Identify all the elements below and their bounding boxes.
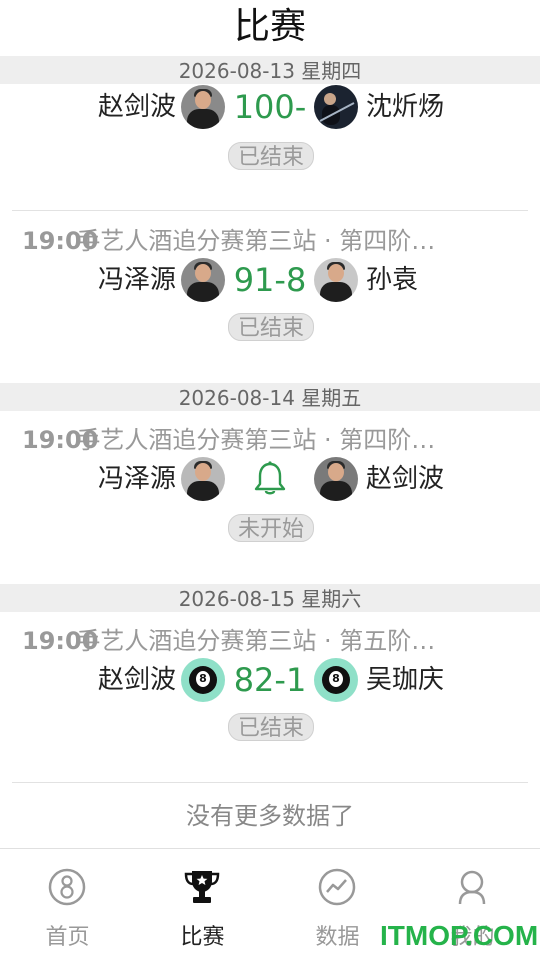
right-player-avatar-billiard-icon bbox=[314, 658, 358, 702]
divider bbox=[12, 782, 528, 783]
user-icon bbox=[458, 870, 486, 905]
match-meta: 19:00手艺人酒追分赛第三站 · 第五阶… bbox=[22, 625, 492, 657]
left-player-name: 冯泽源 bbox=[97, 265, 176, 295]
top-header: 比赛 bbox=[0, 0, 540, 56]
match-score: 82-1 bbox=[233, 661, 307, 699]
left-player-name: 赵剑波 bbox=[97, 665, 176, 695]
date-header: 2026-08-15 星期六 bbox=[0, 584, 540, 612]
divider bbox=[12, 210, 528, 211]
chart-icon bbox=[318, 868, 356, 906]
bell-icon[interactable] bbox=[252, 460, 288, 498]
match-meta: 19:00手艺人酒追分赛第三站 · 第四阶… bbox=[22, 225, 492, 257]
right-player-name: 吴珈庆 bbox=[366, 665, 445, 695]
match-players-row: 冯泽源 91-8 孙袁 bbox=[0, 257, 540, 303]
billiard-8-icon bbox=[48, 868, 86, 906]
match-status-badge: 已结束 bbox=[228, 142, 314, 170]
right-player-name: 赵剑波 bbox=[366, 464, 445, 494]
match-players-row: 赵剑波 82-1 吴珈庆 bbox=[0, 657, 540, 703]
match-score: 91-8 bbox=[233, 261, 307, 299]
match-event-name: 手艺人酒追分赛第三站 · 第四阶… bbox=[76, 426, 436, 454]
left-player-name: 冯泽源 bbox=[97, 464, 176, 494]
match-players-row: 赵剑波 100- 沈炘炀 bbox=[0, 84, 540, 130]
match-players-row: 冯泽源 赵剑波 bbox=[0, 456, 540, 502]
match-status-badge: 已结束 bbox=[228, 713, 314, 741]
tab-home-label: 首页 bbox=[45, 925, 90, 950]
left-player-avatar bbox=[181, 457, 225, 501]
right-player-avatar bbox=[314, 258, 358, 302]
left-player-avatar bbox=[181, 85, 225, 129]
date-header: 2026-08-14 星期五 bbox=[0, 383, 540, 411]
tab-home[interactable]: 首页 bbox=[0, 849, 135, 961]
match-status-badge: 未开始 bbox=[228, 514, 314, 542]
no-more-data-text: 没有更多数据了 bbox=[186, 802, 354, 830]
page-title: 比赛 bbox=[233, 6, 306, 47]
watermark-text: ITMOP.COM bbox=[380, 920, 539, 951]
match-meta: 19:00手艺人酒追分赛第三站 · 第四阶… bbox=[22, 424, 492, 456]
right-player-name: 沈炘炀 bbox=[366, 92, 445, 122]
match-event-name: 手艺人酒追分赛第三站 · 第五阶… bbox=[76, 627, 436, 655]
match-score: 100- bbox=[233, 88, 307, 126]
trophy-icon bbox=[184, 871, 220, 903]
match-status-badge: 已结束 bbox=[228, 313, 314, 341]
tab-matches-label: 比赛 bbox=[180, 925, 225, 950]
tab-matches[interactable]: 比赛 bbox=[135, 849, 270, 961]
left-player-avatar bbox=[181, 258, 225, 302]
left-player-name: 赵剑波 bbox=[97, 92, 176, 122]
right-player-name: 孙袁 bbox=[366, 265, 419, 295]
right-player-avatar bbox=[314, 457, 358, 501]
date-header: 2026-08-13 星期四 bbox=[0, 56, 540, 84]
left-player-avatar-billiard-icon bbox=[181, 658, 225, 702]
match-event-name: 手艺人酒追分赛第三站 · 第四阶… bbox=[76, 227, 436, 255]
right-player-avatar bbox=[314, 85, 358, 129]
